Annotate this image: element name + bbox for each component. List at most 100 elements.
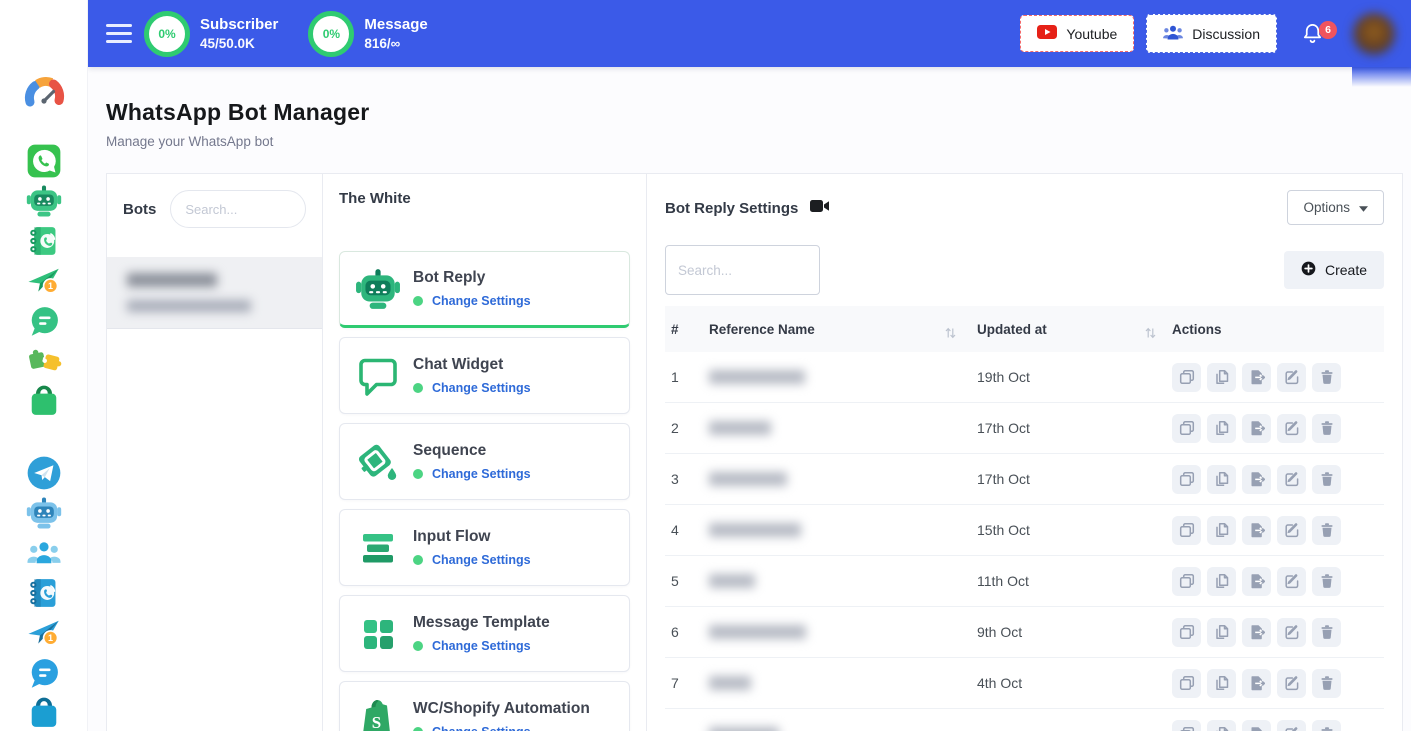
telegram-chat-icon[interactable] [26,655,62,691]
duplicate-button[interactable] [1172,669,1201,698]
export-button[interactable] [1242,567,1271,596]
delete-button[interactable] [1312,465,1341,494]
video-camera-icon[interactable] [810,199,830,218]
edit-button[interactable] [1277,720,1306,731]
youtube-icon [1037,25,1057,42]
whatsapp-bot-icon[interactable] [26,183,62,219]
telegram-broadcast-icon[interactable]: 1 [26,615,62,651]
hamburger-menu-icon[interactable] [106,24,132,43]
edit-button[interactable] [1277,465,1306,494]
change-settings-link[interactable]: Change Settings [432,294,531,308]
copy-button[interactable] [1207,414,1236,443]
sidebar-icon-list: 11 [0,0,87,731]
copy-button[interactable] [1207,516,1236,545]
delete-button[interactable] [1312,618,1341,647]
menu-card-sequence[interactable]: SequenceChange Settings [339,423,630,500]
copy-button[interactable] [1207,618,1236,647]
telegram-group-icon[interactable] [26,535,62,571]
export-button[interactable] [1242,414,1271,443]
delete-button[interactable] [1312,720,1341,731]
sort-icon[interactable] [945,327,956,342]
telegram-store-icon[interactable] [26,695,62,731]
copy-button[interactable] [1207,669,1236,698]
duplicate-icon [1179,726,1195,731]
reply-table-body: 119th Oct217th Oct317th Oct415th Oct511t… [665,352,1384,731]
updated-at: 17th Oct [970,420,1166,436]
delete-button[interactable] [1312,669,1341,698]
export-button[interactable] [1242,465,1271,494]
delete-button[interactable] [1312,363,1341,392]
edit-button[interactable] [1277,414,1306,443]
avatar[interactable] [1351,11,1397,57]
svg-text:S: S [372,713,381,731]
telegram-bot-icon[interactable] [26,495,62,531]
delete-button[interactable] [1312,567,1341,596]
menu-card-input-flow[interactable]: Input FlowChange Settings [339,509,630,586]
telegram-icon[interactable] [26,455,62,491]
menu-card-message-template[interactable]: Message TemplateChange Settings [339,595,630,672]
copy-button[interactable] [1207,363,1236,392]
export-button[interactable] [1242,669,1271,698]
whatsapp-chat-icon[interactable] [26,303,62,339]
integration-puzzle-icon[interactable] [26,343,62,379]
status-dot [413,727,423,731]
change-settings-link[interactable]: Change Settings [432,467,531,481]
change-settings-link[interactable]: Change Settings [432,725,531,731]
duplicate-button[interactable] [1172,363,1201,392]
whatsapp-broadcast-icon[interactable]: 1 [26,263,62,299]
whatsapp-icon[interactable] [26,143,62,179]
duplicate-button[interactable] [1172,465,1201,494]
change-settings-link[interactable]: Change Settings [432,553,531,567]
options-button[interactable]: Options [1287,190,1384,225]
bots-search-input[interactable] [170,190,306,228]
export-button[interactable] [1242,363,1271,392]
duplicate-button[interactable] [1172,567,1201,596]
delete-button[interactable] [1312,516,1341,545]
discussion-button[interactable]: Discussion [1146,14,1277,53]
reply-search-input[interactable] [665,245,820,295]
duplicate-button[interactable] [1172,414,1201,443]
copy-button[interactable] [1207,720,1236,731]
export-icon [1249,675,1265,691]
menu-card-title: WC/Shopify Automation [413,700,590,718]
change-settings-link[interactable]: Change Settings [432,381,531,395]
table-row: 217th Oct [665,403,1384,454]
duplicate-icon [1179,369,1195,385]
duplicate-button[interactable] [1172,720,1201,731]
create-button[interactable]: Create [1284,251,1384,289]
youtube-button[interactable]: Youtube [1020,15,1134,52]
export-icon [1249,420,1265,436]
whatsapp-store-icon[interactable] [26,383,62,419]
reference-name-redacted [709,676,970,690]
export-button[interactable] [1242,516,1271,545]
telegram-contacts-icon[interactable] [26,575,62,611]
duplicate-button[interactable] [1172,618,1201,647]
delete-button[interactable] [1312,414,1341,443]
menu-card-bot-reply[interactable]: Bot ReplyChange Settings [339,251,630,328]
change-settings-link[interactable]: Change Settings [432,639,531,653]
copy-button[interactable] [1207,465,1236,494]
menu-card-chat-widget[interactable]: Chat WidgetChange Settings [339,337,630,414]
edit-button[interactable] [1277,567,1306,596]
updated-at: 19th Oct [970,369,1166,385]
discussion-users-icon [1163,24,1183,43]
bots-panel: Bots [107,174,323,731]
bot-list-item-selected[interactable] [107,257,322,329]
dashboard-gauge-icon[interactable] [22,73,66,117]
row-actions [1166,465,1384,494]
whatsapp-contacts-icon[interactable] [26,223,62,259]
menu-card-wc-shopify-automation[interactable]: S WC/Shopify Automation Change Settings [339,681,630,731]
notifications-button[interactable]: 6 [1301,21,1325,47]
edit-button[interactable] [1277,363,1306,392]
edit-button[interactable] [1277,516,1306,545]
export-button[interactable] [1242,618,1271,647]
edit-button[interactable] [1277,669,1306,698]
table-row: 317th Oct [665,454,1384,505]
page-title: WhatsApp Bot Manager [106,99,1393,126]
edit-button[interactable] [1277,618,1306,647]
duplicate-button[interactable] [1172,516,1201,545]
duplicate-icon [1179,471,1195,487]
copy-button[interactable] [1207,567,1236,596]
sort-icon[interactable] [1145,327,1156,342]
export-button[interactable] [1242,720,1271,731]
